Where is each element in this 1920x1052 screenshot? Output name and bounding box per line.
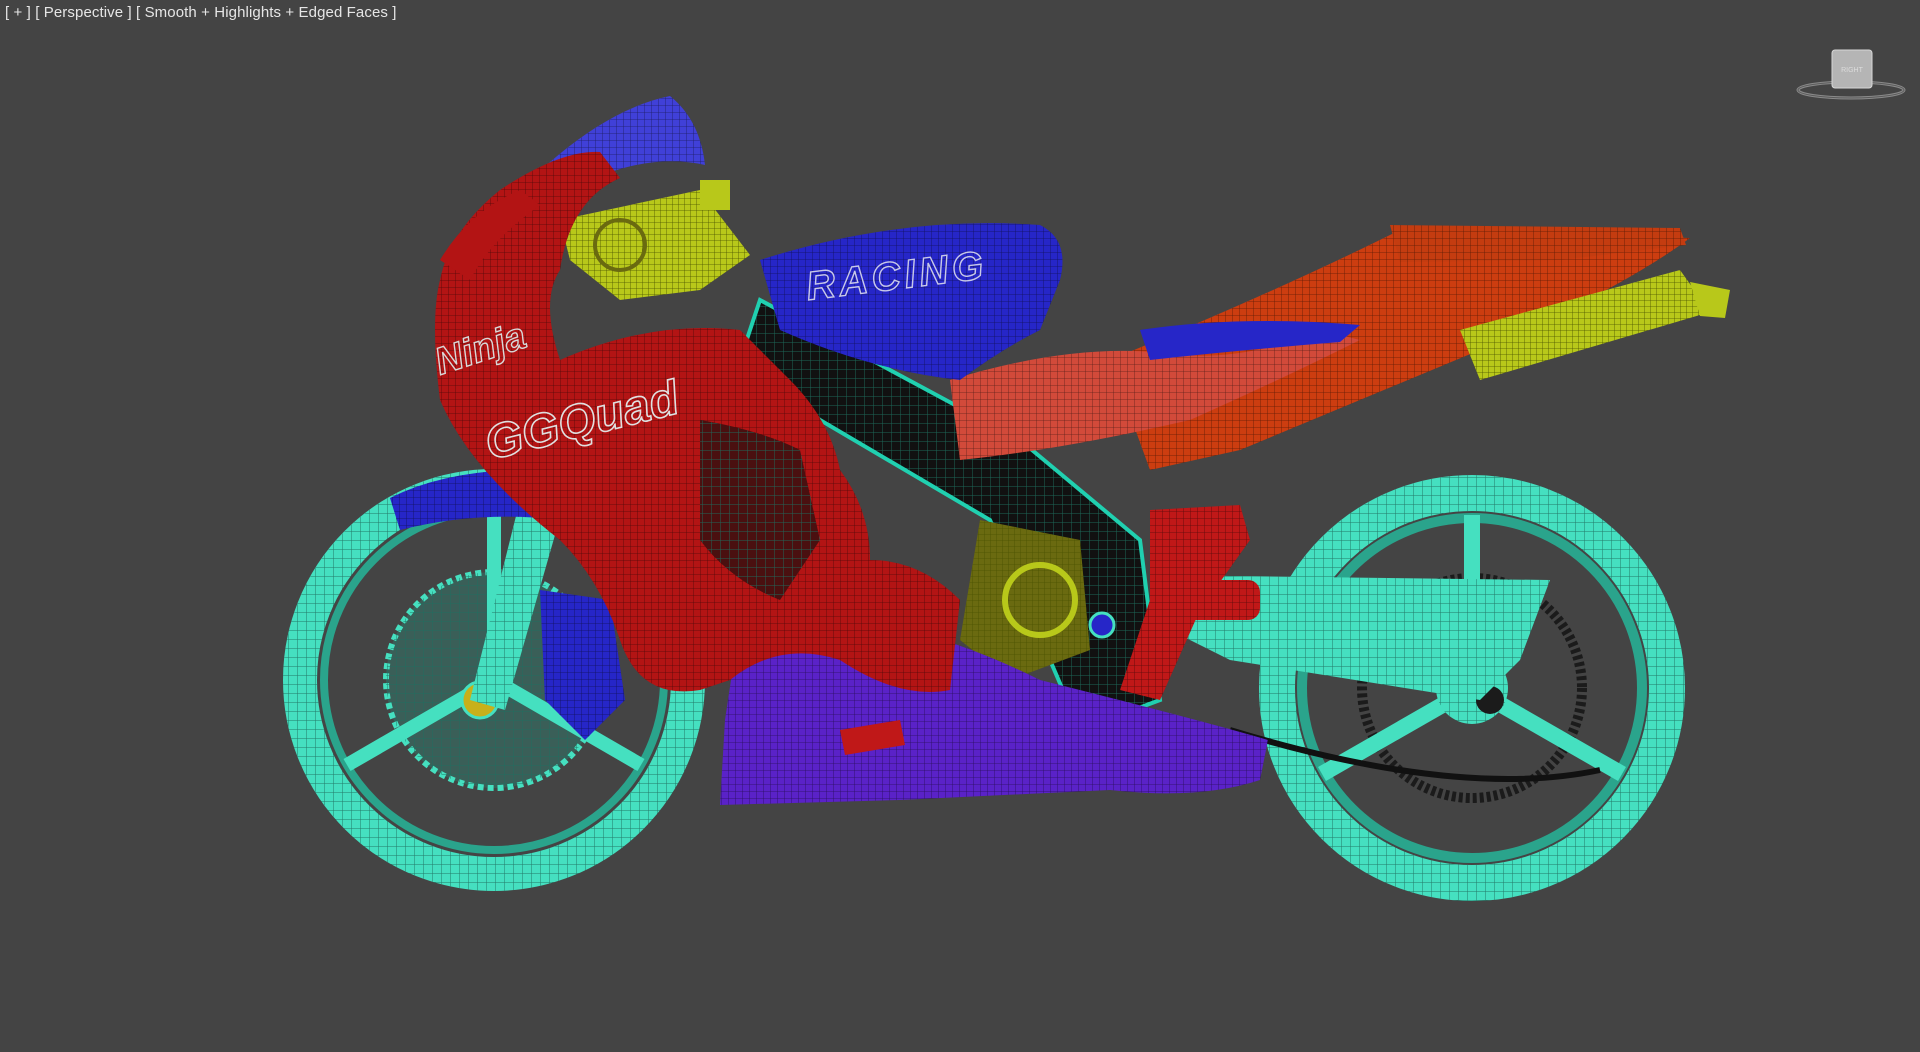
viewcube-face-label: RIGHT xyxy=(1841,67,1864,74)
motorcycle-scene: RACING Ninja GGQuad xyxy=(283,96,1730,901)
3d-viewport[interactable]: [ + ] [ Perspective ] [ Smooth + Highlig… xyxy=(0,0,1920,1052)
viewcube-icon: RIGHT xyxy=(1796,49,1906,100)
viewcube[interactable]: RIGHT xyxy=(1796,48,1906,102)
